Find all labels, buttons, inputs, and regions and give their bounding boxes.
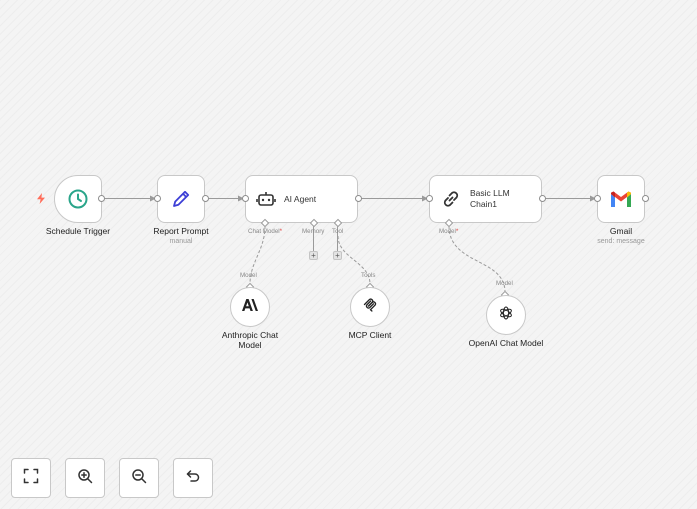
openai-top-port-label: Model: [496, 280, 513, 287]
schedule-trigger-label: Schedule Trigger: [45, 226, 111, 236]
openai-logo-icon: [498, 305, 514, 326]
basic-llm-chain-output-handle[interactable]: [538, 195, 546, 202]
openai-chat-model-node[interactable]: [486, 295, 526, 335]
memory-port-label: Memory: [302, 228, 325, 235]
add-tool-button[interactable]: +: [333, 251, 342, 260]
add-memory-button[interactable]: +: [309, 251, 318, 260]
schedule-trigger-node[interactable]: [54, 175, 102, 223]
clock-icon: [67, 188, 89, 210]
basic-llm-chain-node[interactable]: Basic LLM Chain1: [429, 175, 542, 223]
gmail-input-handle[interactable]: [593, 195, 601, 202]
robot-icon: [256, 189, 276, 209]
fit-view-button[interactable]: [11, 458, 51, 498]
anthropic-chat-model-node[interactable]: [230, 287, 270, 327]
report-prompt-output-handle[interactable]: [201, 195, 209, 202]
basic-llm-chain-input-handle[interactable]: [425, 195, 433, 202]
undo-button[interactable]: [173, 458, 213, 498]
zoom-out-button[interactable]: [119, 458, 159, 498]
mcp-client-label: MCP Client: [348, 330, 392, 340]
ai-agent-node[interactable]: AI Agent: [245, 175, 358, 223]
zoom-in-icon: [77, 468, 93, 489]
chain-model-port-label: Model*: [439, 228, 459, 235]
anthropic-top-port-label: Model: [240, 272, 257, 279]
schedule-trigger-output-handle[interactable]: [97, 195, 105, 202]
gmail-output-handle[interactable]: [641, 195, 649, 202]
report-prompt-input-handle[interactable]: [153, 195, 161, 202]
report-prompt-sublabel: manual: [169, 238, 193, 245]
link-icon: [440, 188, 462, 210]
gmail-icon: [610, 191, 632, 208]
ai-agent-input-handle[interactable]: [241, 195, 249, 202]
ai-agent-output-handle[interactable]: [354, 195, 362, 202]
undo-icon: [185, 468, 201, 489]
mcp-top-port-label: Tools: [361, 272, 376, 279]
basic-llm-chain-title: Basic LLM Chain1: [470, 188, 510, 209]
openai-chat-model-label: OpenAI Chat Model: [468, 338, 544, 348]
ai-agent-title: AI Agent: [284, 193, 317, 204]
zoom-out-icon: [131, 468, 147, 489]
anthropic-logo-icon: [242, 298, 258, 316]
chat-model-port-label: Chat Model*: [248, 228, 283, 235]
zoom-in-button[interactable]: [65, 458, 105, 498]
report-prompt-node[interactable]: [157, 175, 205, 223]
gmail-node[interactable]: [597, 175, 645, 223]
workflow-canvas[interactable]: Schedule Trigger Report Prompt manual AI…: [0, 0, 697, 509]
pencil-icon: [170, 188, 192, 210]
fit-view-icon: [23, 468, 39, 489]
gmail-label: Gmail: [609, 226, 633, 236]
tool-port-label: Tool: [332, 228, 344, 235]
anthropic-label: Anthropic Chat Model: [221, 330, 279, 351]
connections-layer: [105, 195, 596, 293]
trigger-bolt-icon: [37, 193, 45, 204]
report-prompt-label: Report Prompt: [153, 226, 209, 236]
mcp-logo-icon: [363, 297, 377, 317]
mcp-client-node[interactable]: [350, 287, 390, 327]
gmail-sublabel: send: message: [597, 238, 645, 245]
